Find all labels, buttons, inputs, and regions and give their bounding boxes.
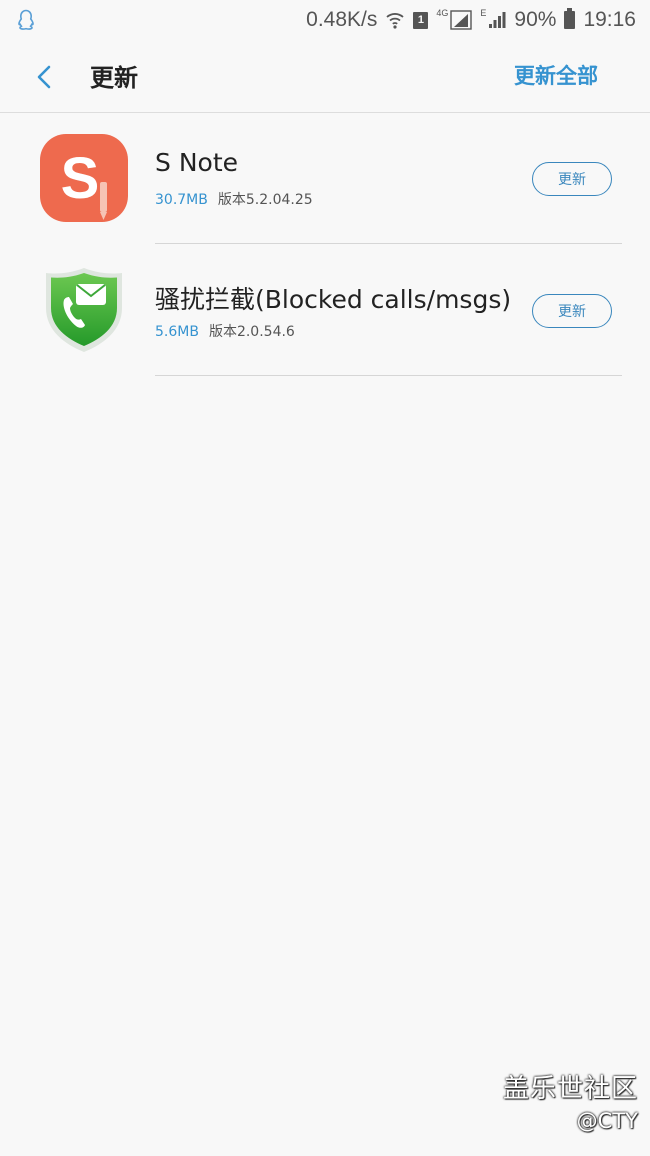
list-item-s-note[interactable]: S S Note 30.7MB 版本5.2.04.25 更新 — [0, 112, 650, 244]
update-button[interactable]: 更新 — [532, 162, 612, 196]
list-item-blocked-calls[interactable]: 骚扰拦截(Blocked calls/msgs) 5.6MB 版本2.0.54.6… — [0, 244, 650, 376]
watermark-author: @CTY — [576, 1109, 638, 1133]
back-button[interactable] — [28, 60, 62, 94]
sim-badge: 1 — [413, 11, 429, 29]
blocked-calls-shield-icon — [46, 268, 122, 352]
update-all-button[interactable]: 更新全部 — [514, 60, 598, 90]
status-right-group: 0.48K/s 1 4G E 90% 19:16 — [306, 6, 636, 34]
watermark: 盖乐世社区 @CTY — [503, 1072, 638, 1136]
battery-icon — [564, 8, 576, 29]
network-speed: 0.48K/s — [306, 8, 378, 31]
app-version: 版本2.0.54.6 — [208, 324, 295, 340]
app-header: 更新 更新全部 — [0, 40, 650, 113]
svg-text:S: S — [61, 146, 100, 211]
signal-icon — [489, 12, 506, 28]
app-name: 骚扰拦截(Blocked calls/msgs) — [155, 285, 512, 314]
s-note-icon: S — [40, 134, 128, 222]
network-type-e: E — [480, 8, 487, 18]
watermark-title: 盖乐世社区 — [502, 1074, 638, 1104]
network-type-4g: 4G — [436, 8, 449, 18]
status-time: 19:16 — [583, 8, 636, 31]
app-size: 30.7MB — [155, 192, 208, 208]
app-meta: 30.7MB 版本5.2.04.25 — [155, 189, 313, 209]
divider — [155, 375, 622, 376]
status-bar: 0.48K/s 1 4G E 90% 19:16 — [0, 0, 650, 40]
battery-percent: 90% — [514, 8, 557, 31]
app-meta: 5.6MB 版本2.0.54.6 — [155, 321, 295, 341]
page-title: 更新 — [90, 64, 138, 92]
chevron-left-icon — [37, 65, 51, 89]
app-name: S Note — [155, 148, 238, 177]
signal-icon — [450, 10, 473, 30]
app-version: 版本5.2.04.25 — [217, 192, 313, 208]
app-size: 5.6MB — [155, 324, 199, 340]
wifi-icon — [386, 13, 404, 29]
update-button[interactable]: 更新 — [532, 294, 612, 328]
qq-penguin-icon — [18, 9, 34, 30]
